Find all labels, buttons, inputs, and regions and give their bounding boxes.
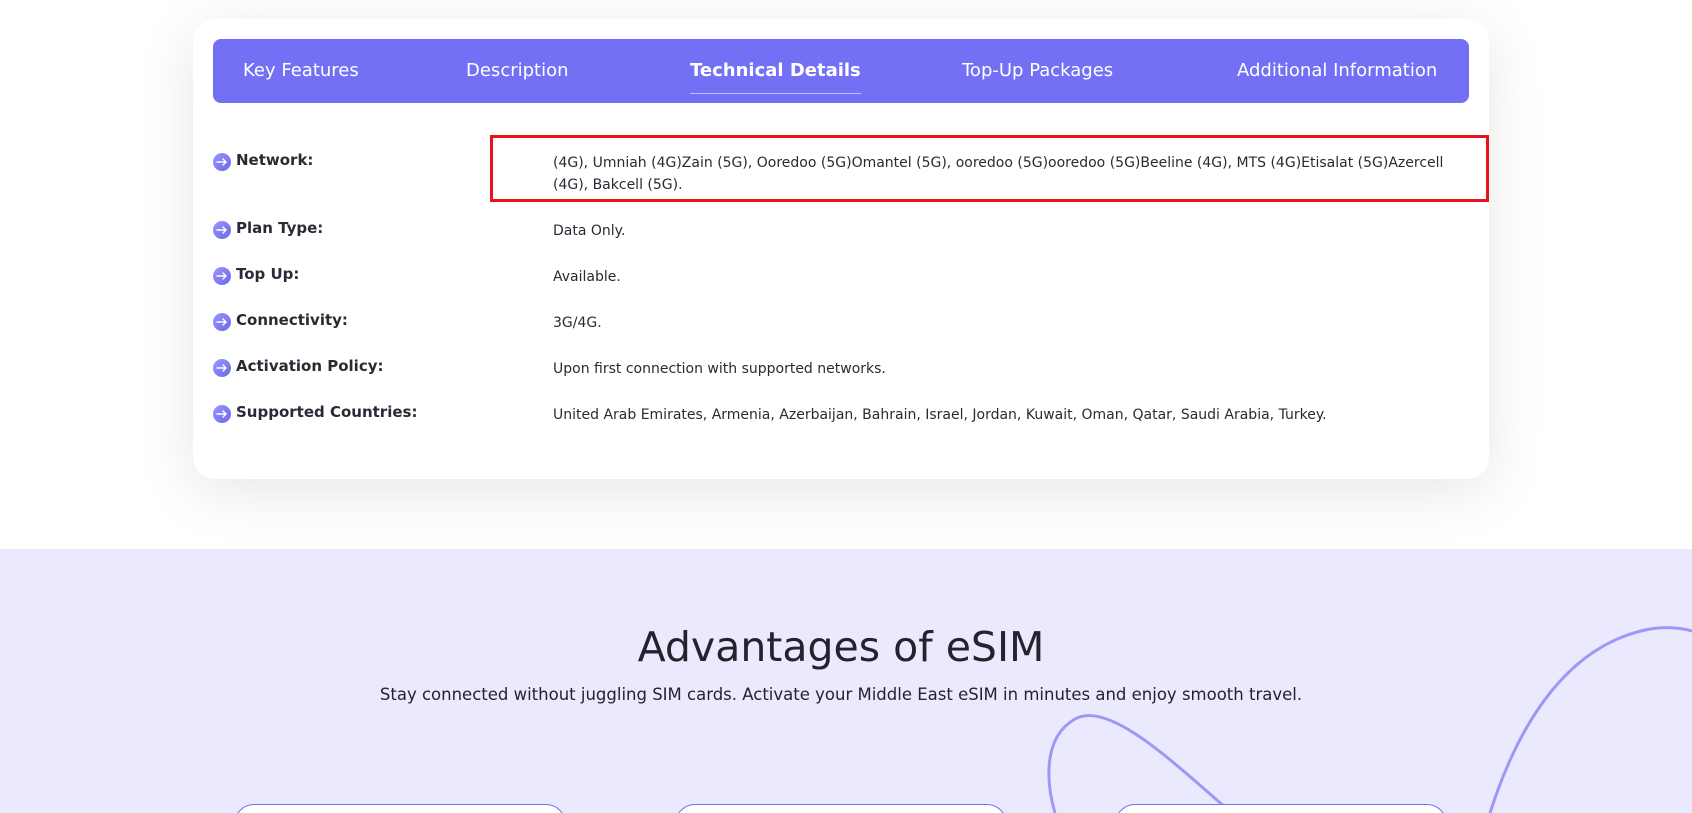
section-subtitle: Stay connected without juggling SIM card…: [379, 685, 1303, 704]
tab-additional-information[interactable]: Additional Information: [1237, 39, 1437, 103]
arrow-right-circle-icon: [213, 267, 231, 285]
tab-key-features[interactable]: Key Features: [243, 39, 359, 103]
detail-label: Network:: [236, 151, 314, 169]
detail-value: Available.: [553, 269, 621, 285]
detail-label: Supported Countries:: [236, 403, 418, 421]
feature-card: [1115, 804, 1447, 813]
tab-bar: Key Features Description Technical Detai…: [213, 39, 1469, 103]
arrow-right-circle-icon: [213, 359, 231, 377]
detail-label: Activation Policy:: [236, 357, 384, 375]
detail-value: 3G/4G.: [553, 315, 602, 331]
detail-value: United Arab Emirates, Armenia, Azerbaija…: [553, 407, 1327, 423]
advantages-section: Advantages of eSIM Stay connected withou…: [0, 549, 1692, 813]
detail-label: Connectivity:: [236, 311, 348, 329]
arrow-right-circle-icon: [213, 313, 231, 331]
detail-label: Plan Type:: [236, 219, 324, 237]
feature-card: [675, 804, 1007, 813]
feature-card: [234, 804, 566, 813]
network-highlight-box: [490, 135, 1489, 202]
details-card: Key Features Description Technical Detai…: [193, 19, 1489, 479]
detail-label: Top Up:: [236, 265, 300, 283]
arrow-right-circle-icon: [213, 221, 231, 239]
detail-value: Upon first connection with supported net…: [553, 361, 886, 377]
product-details-section: Key Features Description Technical Detai…: [0, 0, 1692, 549]
arrow-right-circle-icon: [213, 405, 231, 423]
section-title: Advantages of eSIM: [637, 623, 1045, 671]
detail-value: Data Only.: [553, 223, 626, 239]
tab-technical-details[interactable]: Technical Details: [690, 39, 861, 103]
arrow-right-circle-icon: [213, 153, 231, 171]
tab-top-up-packages[interactable]: Top-Up Packages: [962, 39, 1113, 103]
tab-description[interactable]: Description: [466, 39, 569, 103]
decorative-curves: [1047, 626, 1692, 813]
